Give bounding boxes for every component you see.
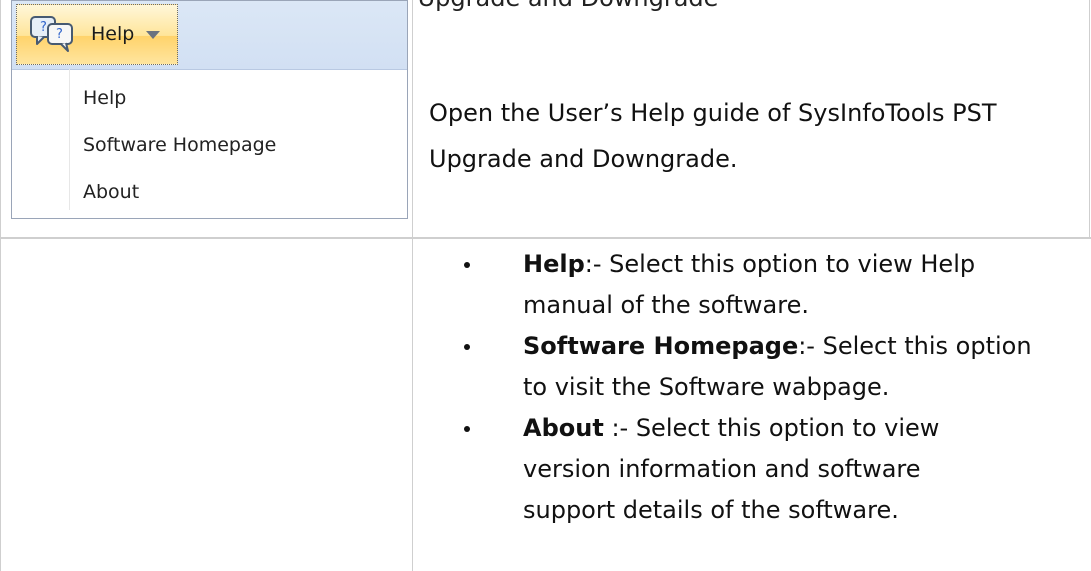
menu-item-about[interactable]: About [12, 172, 407, 214]
option-bullets: Help:- Select this option to view Help m… [430, 244, 1070, 531]
bullet-help-title: Help [523, 250, 585, 278]
bullet-help: Help:- Select this option to view Help m… [430, 244, 1070, 326]
bullet-icon [464, 262, 470, 268]
menu-item-about-label: About [83, 181, 140, 203]
svg-text:?: ? [56, 27, 63, 42]
bullet-software-homepage: Software Homepage:- Select this option t… [430, 326, 1070, 408]
table-border-right [1089, 0, 1090, 239]
bullet-about-text-line3: support details of the software. [523, 496, 899, 524]
bullet-about-text-line2: version information and software [523, 455, 921, 483]
bullet-about: About :- Select this option to view vers… [430, 408, 1070, 531]
bullet-help-text-line1: :- Select this option to view Help [584, 250, 976, 278]
intro-line-1: Open the User’s Help guide of SysInfoToo… [429, 99, 997, 127]
table-border-left [0, 0, 1, 571]
chevron-down-icon [146, 31, 160, 39]
bullet-software-homepage-title: Software Homepage [523, 332, 799, 360]
menu-item-help-label: Help [83, 87, 127, 109]
help-button-label: Help [91, 23, 135, 45]
svg-text:?: ? [40, 20, 47, 35]
table-border-middle [412, 0, 413, 571]
menu-item-help[interactable]: Help [12, 78, 407, 120]
intro-description: Open the User’s Help guide of SysInfoToo… [429, 90, 1069, 182]
bullet-about-title: About [523, 414, 604, 442]
bullet-icon [464, 426, 470, 432]
bullet-software-homepage-text-line2: to visit the Software wabpage. [523, 373, 890, 401]
help-bubbles-icon: ? ? [30, 16, 73, 52]
help-menu-screenshot: ? ? Help Help Software Homepage About [11, 0, 408, 219]
menu-item-software-homepage-label: Software Homepage [83, 134, 277, 156]
help-dropdown-button[interactable]: ? ? Help [16, 4, 178, 65]
bullet-about-text-line1: :- Select this option to view [603, 414, 940, 442]
bullet-icon [464, 344, 470, 350]
table-row-divider [0, 237, 1091, 239]
bullet-software-homepage-text-line1: :- Select this option [798, 332, 1032, 360]
intro-line-2: Upgrade and Downgrade. [429, 145, 738, 173]
bullet-help-text-line2: manual of the software. [523, 291, 809, 319]
menu-item-software-homepage[interactable]: Software Homepage [12, 125, 407, 167]
